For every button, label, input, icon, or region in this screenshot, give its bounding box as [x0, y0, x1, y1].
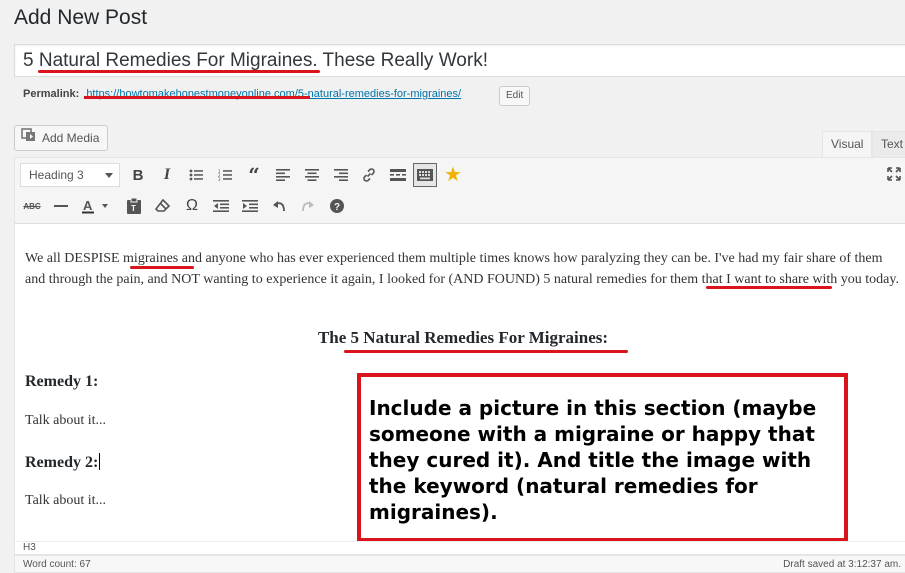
remedy-1-heading: Remedy 1:: [25, 373, 99, 390]
add-media-label: Add Media: [42, 131, 100, 145]
help-icon[interactable]: ?: [326, 195, 348, 217]
edit-permalink-button[interactable]: Edit: [499, 86, 531, 106]
annotation-text: Include a picture in this section (maybe…: [369, 396, 817, 524]
numbered-list-icon[interactable]: 123: [214, 164, 236, 186]
media-icon: [21, 126, 37, 150]
link-icon[interactable]: [358, 164, 380, 186]
align-right-icon[interactable]: [330, 164, 352, 186]
redo-icon[interactable]: [297, 195, 319, 217]
svg-text:T: T: [131, 204, 136, 213]
keyword-underline-migraines: [130, 266, 194, 269]
permalink-label: Permalink:: [23, 88, 80, 100]
italic-icon[interactable]: I: [156, 164, 178, 186]
strikethrough-icon[interactable]: ABC: [21, 195, 43, 217]
blockquote-icon[interactable]: “: [243, 163, 265, 187]
draft-saved-status: Draft saved at 3:12:37 am.: [783, 559, 901, 570]
annotation-callout: Include a picture in this section (maybe…: [357, 373, 848, 542]
permalink-redaction-line: [84, 96, 310, 99]
star-icon[interactable]: ★: [442, 163, 464, 186]
fullscreen-icon[interactable]: [883, 163, 905, 185]
format-select[interactable]: Heading 3: [20, 163, 120, 187]
editor-footer: Word count: 67 Draft saved at 3:12:37 am…: [14, 555, 905, 573]
tab-visual[interactable]: Visual: [822, 131, 873, 158]
chevron-down-icon: [105, 173, 113, 178]
outdent-icon[interactable]: [210, 195, 232, 217]
page-title: Add New Post: [14, 6, 148, 29]
svg-text:3: 3: [218, 177, 221, 181]
special-character-icon[interactable]: Ω: [181, 195, 203, 217]
bold-icon[interactable]: B: [127, 164, 149, 186]
clear-formatting-icon[interactable]: [152, 195, 174, 217]
keyword-underline-natural-remedies: [706, 286, 832, 289]
tab-text[interactable]: Text: [872, 131, 905, 158]
remedy-2-text: Talk about it...: [25, 493, 107, 508]
paste-text-icon[interactable]: T: [123, 195, 145, 217]
keyword-underline-heading: [344, 350, 628, 353]
editor-toolbar: Heading 3 B I 123 “ ★ ABC A T Ω ?: [15, 158, 905, 224]
toolbar-toggle-icon[interactable]: [413, 163, 437, 187]
remedy-1-text: Talk about it...: [25, 413, 107, 428]
remedy-2-heading: Remedy 2:: [25, 453, 101, 471]
text-cursor: [99, 453, 101, 470]
bullet-list-icon[interactable]: [185, 164, 207, 186]
title-keyword-underline: [38, 70, 320, 73]
svg-text:?: ?: [334, 202, 340, 213]
undo-icon[interactable]: [268, 195, 290, 217]
align-center-icon[interactable]: [301, 164, 323, 186]
read-more-icon[interactable]: [387, 164, 409, 186]
word-count: Word count: 67: [23, 559, 91, 570]
main-heading: The 5 Natural Remedies For Migraines:: [317, 328, 609, 347]
format-select-value: Heading 3: [29, 168, 84, 182]
svg-text:A: A: [83, 198, 93, 213]
indent-icon[interactable]: [239, 195, 261, 217]
horizontal-line-icon[interactable]: [50, 195, 72, 217]
intro-paragraph: We all DESPISE migraines and anyone who …: [25, 251, 899, 287]
element-path: H3: [14, 541, 905, 555]
text-color-icon[interactable]: A: [78, 195, 112, 217]
add-media-button[interactable]: Add Media: [14, 125, 109, 151]
align-left-icon[interactable]: [272, 164, 294, 186]
